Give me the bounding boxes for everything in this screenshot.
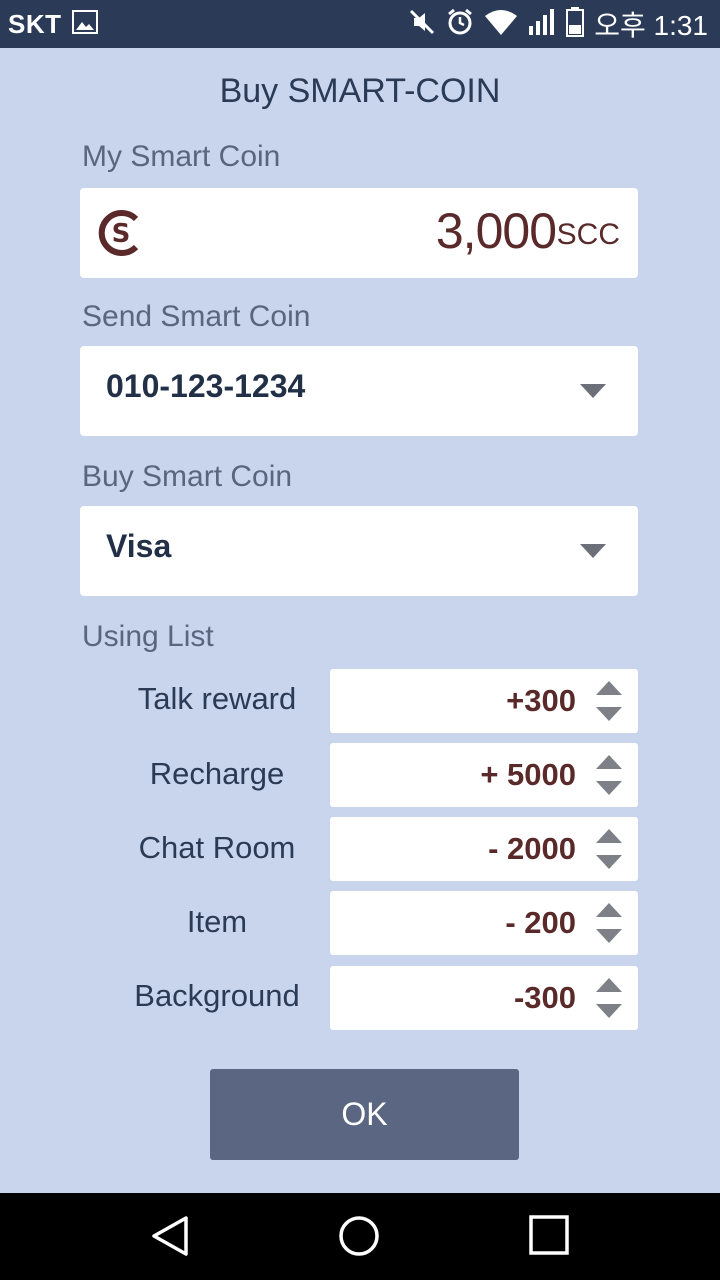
chat-room-stepper[interactable]: - 2000: [330, 817, 638, 881]
send-coin-label: Send Smart Coin: [82, 300, 311, 333]
using-item-label: Chat Room: [138, 830, 296, 865]
my-coin-label: My Smart Coin: [82, 140, 281, 173]
talk-reward-stepper[interactable]: +300: [330, 669, 638, 733]
stepper-value: + 5000: [480, 757, 576, 792]
increment-arrow-icon[interactable]: [596, 978, 622, 992]
buy-coin-label: Buy Smart Coin: [82, 460, 293, 493]
decrement-arrow-icon[interactable]: [596, 1004, 622, 1018]
chevron-down-icon: [580, 384, 606, 398]
battery-icon: [566, 6, 585, 42]
recent-apps-icon[interactable]: [529, 1215, 569, 1260]
increment-arrow-icon[interactable]: [596, 903, 622, 917]
status-bar: SKT 오후 1:31: [0, 0, 720, 48]
balance-unit: SCC: [556, 218, 620, 251]
home-icon[interactable]: [338, 1215, 380, 1262]
buy-coin-select[interactable]: Visa: [80, 506, 638, 596]
using-item-label: Background: [134, 978, 300, 1013]
back-icon[interactable]: [150, 1215, 190, 1262]
mute-icon: [408, 8, 436, 41]
ok-button[interactable]: OK: [210, 1069, 519, 1160]
background-stepper[interactable]: -300: [330, 966, 638, 1030]
send-coin-selected-value: 010-123-1234: [106, 368, 306, 404]
recharge-stepper[interactable]: + 5000: [330, 743, 638, 807]
decrement-arrow-icon[interactable]: [596, 855, 622, 869]
decrement-arrow-icon[interactable]: [596, 781, 622, 795]
alarm-icon: [446, 8, 474, 41]
navigation-bar: [0, 1193, 720, 1280]
buy-coin-selected-value: Visa: [106, 528, 172, 564]
wifi-icon: [484, 8, 518, 41]
svg-text:S: S: [112, 219, 131, 249]
decrement-arrow-icon[interactable]: [596, 707, 622, 721]
send-coin-select[interactable]: 010-123-1234: [80, 346, 638, 436]
using-item-label: Recharge: [149, 756, 285, 791]
page-title: Buy SMART-COIN: [219, 72, 501, 110]
increment-arrow-icon[interactable]: [596, 681, 622, 695]
increment-arrow-icon[interactable]: [596, 755, 622, 769]
balance-value: 3,000: [435, 203, 557, 259]
using-item-label: Item: [186, 904, 248, 939]
stepper-value: -300: [513, 980, 576, 1015]
signal-icon: [528, 8, 556, 41]
using-item-label: Talk reward: [137, 681, 297, 716]
stepper-value: - 2000: [488, 831, 576, 866]
gallery-icon: [71, 9, 98, 39]
smart-coin-logo-icon: S: [98, 210, 144, 261]
status-time: 오후 1:31: [594, 10, 708, 41]
chevron-down-icon: [580, 544, 606, 558]
increment-arrow-icon[interactable]: [596, 829, 622, 843]
item-stepper[interactable]: - 200: [330, 891, 638, 955]
stepper-value: +300: [506, 683, 576, 718]
using-list-label: Using List: [82, 620, 214, 653]
carrier-name: SKT: [8, 8, 62, 39]
balance-card: S 3,000 SCC: [80, 188, 638, 278]
decrement-arrow-icon[interactable]: [596, 929, 622, 943]
stepper-value: - 200: [505, 905, 576, 940]
